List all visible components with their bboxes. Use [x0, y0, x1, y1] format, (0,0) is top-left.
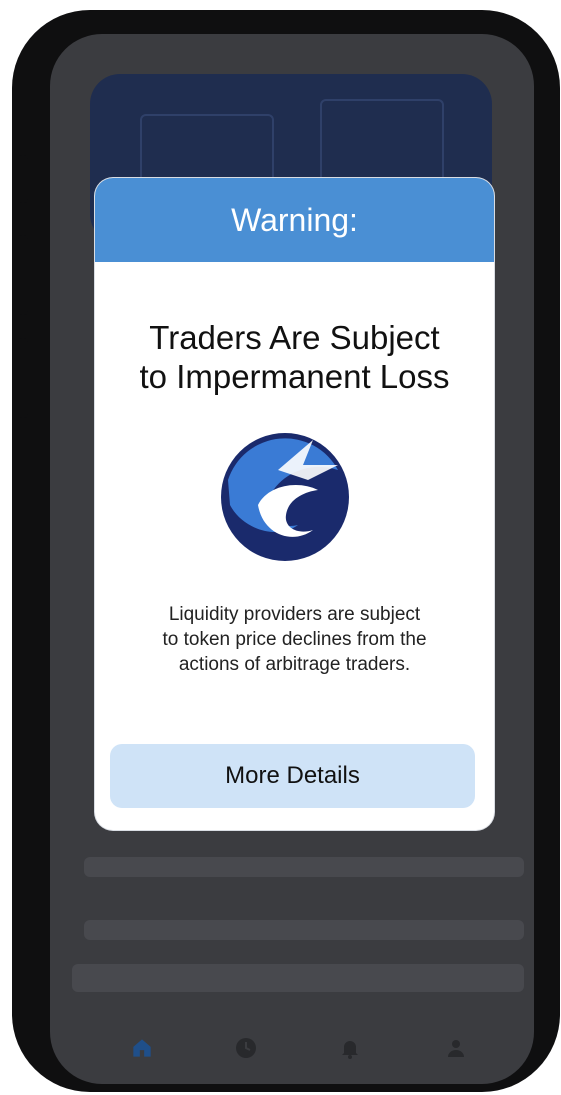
- tab-history[interactable]: [232, 1034, 260, 1062]
- body-line: to token price declines from the: [162, 629, 427, 650]
- body-line: actions of arbitrage traders.: [178, 654, 411, 675]
- list-item: [84, 920, 524, 940]
- warning-body: Liquidity providers are subject to token…: [107, 602, 482, 677]
- warning-modal: Warning: Traders Are Subject to Imperman…: [95, 178, 494, 830]
- more-details-button[interactable]: More Details: [110, 744, 475, 808]
- tab-profile[interactable]: [442, 1034, 470, 1062]
- header-decoration: [140, 114, 274, 188]
- list-item: [84, 857, 524, 877]
- headline-line: to Impermanent Loss: [139, 358, 450, 395]
- dragon-wave-logo-icon: [221, 433, 349, 561]
- headline-line: Traders Are Subject: [149, 319, 440, 356]
- clock-icon: [236, 1038, 256, 1058]
- tab-home[interactable]: [128, 1034, 156, 1062]
- volume-down-button: [18, 338, 28, 418]
- body-line: Liquidity providers are subject: [168, 604, 421, 625]
- tab-notifications[interactable]: [336, 1034, 364, 1062]
- mute-switch: [18, 155, 28, 203]
- bell-icon: [342, 1041, 358, 1059]
- volume-up-button: [18, 235, 28, 315]
- warning-headline: Traders Are Subject to Impermanent Loss: [95, 318, 494, 396]
- user-icon: [448, 1040, 464, 1057]
- home-icon: [133, 1039, 151, 1057]
- list-item: [72, 964, 524, 992]
- tab-bar: [50, 1034, 534, 1084]
- modal-header: Warning:: [95, 178, 494, 262]
- modal-title: Warning:: [231, 201, 358, 238]
